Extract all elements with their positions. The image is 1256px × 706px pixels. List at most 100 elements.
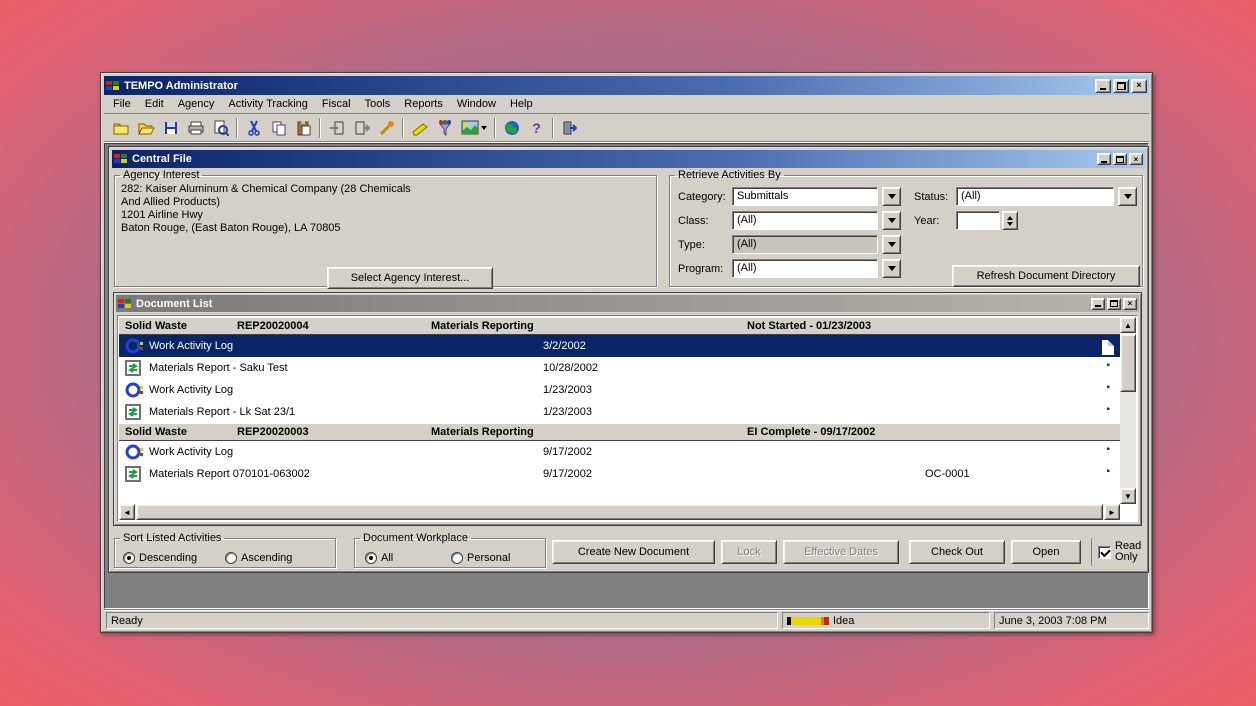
help-icon[interactable]: ? <box>524 116 549 139</box>
menu-agency[interactable]: Agency <box>171 96 222 112</box>
sort-legend: Sort Listed Activities <box>120 532 224 544</box>
cut-icon[interactable] <box>241 116 266 139</box>
checkbox-icon[interactable] <box>1098 546 1111 559</box>
type-label: Type: <box>678 239 732 251</box>
radio-personal[interactable]: Personal <box>451 548 510 567</box>
close-button[interactable]: × <box>1123 298 1137 310</box>
status-datetime: June 3, 2003 7:08 PM <box>994 612 1149 629</box>
open-button[interactable]: Open <box>1011 540 1081 564</box>
radio-button-icon[interactable] <box>451 552 463 564</box>
vertical-scrollbar-thumb[interactable] <box>1120 334 1136 392</box>
desktop: TEMPO Administrator × File Edit Agency A… <box>0 0 1256 706</box>
retrieve-activities-legend: Retrieve Activities By <box>675 169 784 181</box>
minimize-button[interactable] <box>1097 153 1111 165</box>
sort-listed-activities-group: Sort Listed Activities Descending Ascend… <box>114 532 336 568</box>
category-dropdown-button[interactable] <box>882 187 901 206</box>
menu-window[interactable]: Window <box>450 96 503 112</box>
program-dropdown-button[interactable] <box>882 259 901 278</box>
new-icon[interactable] <box>108 116 133 139</box>
door-in-icon[interactable] <box>324 116 349 139</box>
close-button[interactable]: × <box>1131 79 1147 93</box>
pencil-icon <box>787 617 829 625</box>
vertical-scrollbar[interactable]: ▲ ▼ <box>1120 317 1136 504</box>
category-field[interactable]: Submittals <box>732 187 878 206</box>
refresh-document-directory-button[interactable]: Refresh Document Directory <box>952 265 1140 287</box>
status-label: Status: <box>914 191 956 203</box>
filter-icon[interactable] <box>432 116 457 139</box>
restore-button[interactable] <box>1113 79 1129 93</box>
status-field[interactable]: (All) <box>956 187 1114 206</box>
menu-help[interactable]: Help <box>503 96 540 112</box>
horizontal-scrollbar-thumb[interactable] <box>136 504 1103 520</box>
maximize-button[interactable] <box>1107 298 1121 310</box>
radio-button-icon[interactable] <box>225 552 237 564</box>
central-file-titlebar[interactable]: Central File × <box>112 150 1145 168</box>
status-bar: Ready Idea June 3, 2003 7:08 PM <box>104 609 1149 629</box>
menu-reports[interactable]: Reports <box>397 96 450 112</box>
list-item[interactable]: Materials Report 070101-063002 9/17/2002… <box>119 463 1120 485</box>
door-out-icon[interactable] <box>349 116 374 139</box>
toolbar-separator <box>552 118 554 138</box>
scroll-down-icon[interactable]: ▼ <box>1120 488 1136 504</box>
class-label: Class: <box>678 215 732 227</box>
copy-icon[interactable] <box>266 116 291 139</box>
scroll-up-icon[interactable]: ▲ <box>1120 317 1136 333</box>
cleanup-icon[interactable] <box>374 116 399 139</box>
print-preview-icon[interactable] <box>208 116 233 139</box>
read-only-checkbox[interactable]: Read Only <box>1091 538 1141 566</box>
program-label: Program: <box>678 263 732 275</box>
central-file-title: Central File <box>132 153 1095 165</box>
effective-dates-button[interactable]: Effective Dates <box>783 540 899 564</box>
maximize-button[interactable] <box>1113 153 1127 165</box>
document-workplace-group: Document Workplace All Personal <box>354 532 546 568</box>
close-button[interactable]: × <box>1129 153 1143 165</box>
radio-ascending[interactable]: Ascending <box>225 548 292 567</box>
status-dropdown-button[interactable] <box>1118 187 1137 206</box>
toolbar-separator <box>319 118 321 138</box>
radio-button-icon[interactable] <box>123 552 135 564</box>
chevron-down-icon <box>888 242 896 247</box>
paste-icon[interactable] <box>291 116 316 139</box>
minimize-button[interactable] <box>1091 298 1105 310</box>
menu-activity-tracking[interactable]: Activity Tracking <box>221 96 314 112</box>
scroll-left-icon[interactable]: ◄ <box>119 504 135 520</box>
list-item[interactable]: Materials Report - Saku Test 10/28/2002 … <box>119 357 1120 379</box>
globe-icon[interactable] <box>499 116 524 139</box>
horizontal-scrollbar[interactable]: ◄ ► <box>119 504 1120 520</box>
list-item[interactable]: Work Activity Log 9/17/2002 ▪ <box>119 441 1120 463</box>
check-out-button[interactable]: Check Out <box>909 540 1005 564</box>
create-new-document-button[interactable]: Create New Document <box>552 540 715 564</box>
picture-icon[interactable] <box>457 116 491 139</box>
list-item[interactable]: Work Activity Log 1/23/2003 ▪ <box>119 379 1120 401</box>
list-item[interactable]: Work Activity Log 3/2/2002 <box>119 335 1120 357</box>
open-icon[interactable] <box>133 116 158 139</box>
scroll-right-icon[interactable]: ► <box>1104 504 1120 520</box>
select-agency-interest-button[interactable]: Select Agency Interest... <box>327 267 493 289</box>
menu-bar: File Edit Agency Activity Tracking Fisca… <box>104 95 1149 114</box>
materials-report-icon <box>125 360 143 376</box>
minimize-button[interactable] <box>1095 79 1111 93</box>
radio-all[interactable]: All <box>365 548 393 567</box>
document-list-titlebar[interactable]: Document List × <box>116 295 1139 312</box>
menu-file[interactable]: File <box>106 96 138 112</box>
type-dropdown-button[interactable] <box>882 235 901 254</box>
year-spinner[interactable] <box>1002 211 1018 230</box>
save-icon[interactable] <box>158 116 183 139</box>
chevron-down-icon <box>888 194 896 199</box>
radio-descending[interactable]: Descending <box>123 548 197 567</box>
class-field[interactable]: (All) <box>732 211 878 230</box>
year-field[interactable] <box>956 211 1000 230</box>
class-dropdown-button[interactable] <box>882 211 901 230</box>
marker-icon: ▪ <box>1106 444 1110 455</box>
highlighter-icon[interactable] <box>407 116 432 139</box>
lock-button[interactable]: Lock <box>721 540 777 564</box>
app-titlebar[interactable]: TEMPO Administrator × <box>104 76 1149 95</box>
exit-icon[interactable] <box>557 116 582 139</box>
menu-tools[interactable]: Tools <box>358 96 398 112</box>
print-icon[interactable] <box>183 116 208 139</box>
menu-fiscal[interactable]: Fiscal <box>315 96 358 112</box>
radio-button-icon[interactable] <box>365 552 377 564</box>
menu-edit[interactable]: Edit <box>138 96 171 112</box>
program-field[interactable]: (All) <box>732 259 878 278</box>
list-item[interactable]: Materials Report - Lk Sat 23/1 1/23/2003… <box>119 401 1120 423</box>
